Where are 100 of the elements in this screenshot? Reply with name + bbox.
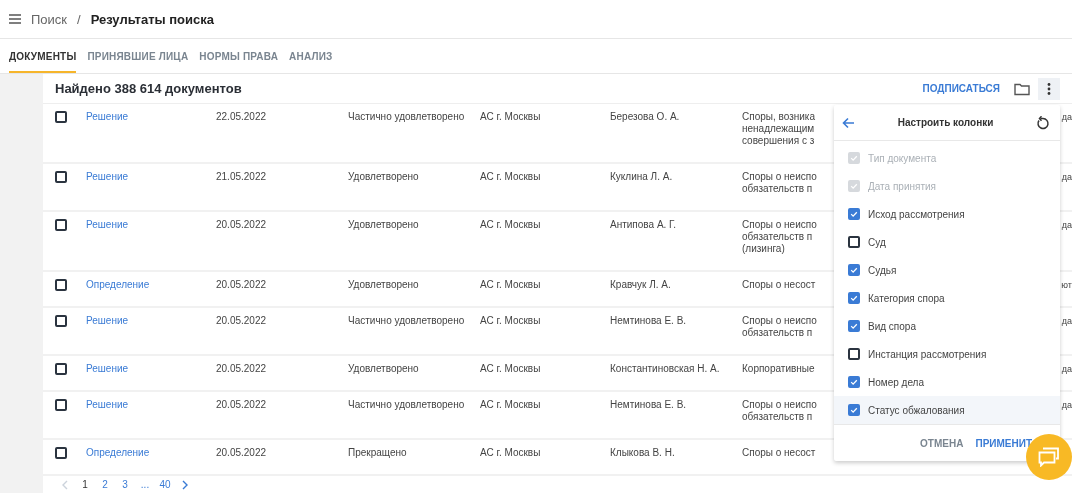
table-cell-text: Клыкова В. Н. — [610, 447, 676, 460]
check-icon — [850, 321, 858, 331]
checkbox[interactable] — [848, 264, 860, 276]
table-cell-text: 20.05.2022 — [216, 315, 268, 328]
table-cell-text: Антипова А. Г. — [610, 219, 678, 232]
table-cell-text: Куклина Л. А. — [610, 171, 674, 184]
checkbox[interactable] — [55, 219, 67, 232]
check-icon — [850, 377, 858, 387]
table-cell-text: АС г. Москвы — [480, 219, 542, 232]
table-cell-text: Удовлетворено — [348, 363, 420, 376]
page-title: Результаты поиска — [90, 11, 214, 27]
document-link[interactable]: Решение — [86, 363, 216, 376]
checkbox[interactable] — [55, 447, 67, 460]
checkbox[interactable] — [848, 376, 860, 388]
document-link[interactable]: Определение — [86, 279, 216, 292]
reset-icon[interactable] — [1036, 115, 1050, 130]
document-link[interactable]: Решение — [86, 111, 216, 124]
table-cell-text: Споры о неиспо обязательств п — [742, 171, 818, 196]
apply-button[interactable]: ПРИМЕНИТ — [975, 437, 1032, 449]
column-option[interactable]: Категория спора — [868, 292, 945, 304]
page-link[interactable]: 2 — [95, 479, 115, 491]
table-cell-text: Константиновская Н. А. — [610, 363, 721, 376]
table-cell: да — [1061, 315, 1072, 328]
check-icon — [850, 265, 858, 275]
column-option[interactable]: Статус обжалования — [868, 404, 965, 416]
checkbox[interactable] — [848, 348, 860, 360]
page-link[interactable]: ... — [135, 479, 155, 491]
checkbox[interactable] — [55, 279, 67, 292]
column-option[interactable]: Суд — [868, 236, 886, 248]
checkbox[interactable] — [848, 292, 860, 304]
checkbox[interactable] — [55, 315, 67, 328]
document-link[interactable]: Решение — [86, 219, 216, 232]
table-cell-text: 20.05.2022 — [216, 447, 268, 460]
table-cell-text: Частично удовлетворено — [348, 111, 466, 124]
checkbox[interactable] — [848, 320, 860, 332]
folder-icon[interactable] — [1014, 81, 1030, 96]
page-link[interactable]: 40 — [155, 479, 175, 491]
table-cell: да — [1061, 219, 1072, 232]
chat-icon — [1038, 447, 1060, 467]
table-cell-text: 20.05.2022 — [216, 219, 268, 232]
checkbox[interactable] — [848, 208, 860, 220]
popup-title: Настроить колонки — [896, 117, 995, 128]
column-option[interactable]: Номер дела — [868, 376, 925, 388]
table-cell: ют — [1061, 279, 1072, 292]
breadcrumb-separator: / — [77, 11, 81, 27]
table-cell-text: АС г. Москвы — [480, 363, 542, 376]
more-button[interactable] — [1038, 77, 1060, 100]
check-icon — [850, 293, 858, 303]
table-cell-text: Удовлетворено — [348, 279, 420, 292]
column-option[interactable]: Исход рассмотрения — [868, 208, 965, 220]
checkbox[interactable] — [55, 399, 67, 412]
table-cell-text: Споры о неиспо обязательств п — [742, 399, 818, 424]
document-link[interactable]: Решение — [86, 315, 216, 328]
table-cell-text: АС г. Москвы — [480, 399, 542, 412]
table-cell-text: Частично удовлетворено — [348, 399, 466, 412]
checkbox[interactable] — [55, 111, 67, 124]
table-cell-text: 21.05.2022 — [216, 171, 268, 184]
subscribe-link[interactable]: ПОДПИСАТЬСЯ — [922, 83, 1000, 95]
document-link[interactable]: Решение — [86, 399, 216, 412]
menu-icon[interactable] — [9, 14, 21, 24]
check-icon — [850, 209, 858, 219]
tab[interactable]: НОРМЫ ПРАВА — [199, 39, 279, 73]
checkbox[interactable] — [848, 236, 860, 248]
table-cell-text: Споры о несост — [742, 447, 817, 460]
cancel-button[interactable]: ОТМЕНА — [920, 437, 964, 449]
check-icon — [850, 181, 858, 191]
page-link[interactable]: 3 — [115, 479, 135, 491]
document-link[interactable]: Решение — [86, 171, 216, 184]
checkbox[interactable] — [55, 171, 67, 184]
column-option[interactable]: Судья — [868, 264, 897, 276]
check-icon — [850, 405, 858, 415]
table-cell: да — [1061, 363, 1072, 376]
checkbox[interactable] — [55, 363, 67, 376]
tab[interactable]: АНАЛИЗ — [289, 39, 333, 73]
table-cell-text: Споры о неиспо обязательств п (лизинга) — [742, 219, 818, 256]
table-cell-text: АС г. Москвы — [480, 111, 542, 124]
back-arrow-icon[interactable] — [842, 116, 855, 129]
table-cell-text: Споры, возника ненадлежащим совершения с з — [742, 111, 816, 148]
column-option[interactable]: Вид спора — [868, 320, 916, 332]
table-cell-text: 22.05.2022 — [216, 111, 268, 124]
column-option[interactable]: Инстанция рассмотрения — [868, 348, 987, 360]
table-cell-text: Немтинова Е. В. — [610, 399, 688, 412]
table-cell-text: Березова О. А. — [610, 111, 681, 124]
breadcrumb-link[interactable]: Поиск — [31, 11, 68, 27]
table-cell-text: Споры о неиспо обязательств п — [742, 315, 818, 340]
table-cell: да — [1061, 399, 1072, 412]
check-icon — [850, 153, 858, 163]
table-cell-text: 20.05.2022 — [216, 363, 268, 376]
table-cell-text: АС г. Москвы — [480, 315, 542, 328]
next-page-icon[interactable] — [181, 479, 189, 490]
results-count: Найдено 388 614 документов — [55, 81, 243, 97]
document-link[interactable]: Определение — [86, 447, 216, 460]
table-cell-text: Кравчук Л. А. — [610, 279, 672, 292]
table-cell-text: 20.05.2022 — [216, 399, 268, 412]
page-link[interactable]: 1 — [75, 479, 95, 491]
table-cell-text: Немтинова Е. В. — [610, 315, 688, 328]
tab[interactable]: ПРИНЯВШИЕ ЛИЦА — [87, 39, 189, 73]
table-cell-text: Удовлетворено — [348, 219, 420, 232]
checkbox[interactable] — [848, 404, 860, 416]
table-cell-text: АС г. Москвы — [480, 279, 542, 292]
